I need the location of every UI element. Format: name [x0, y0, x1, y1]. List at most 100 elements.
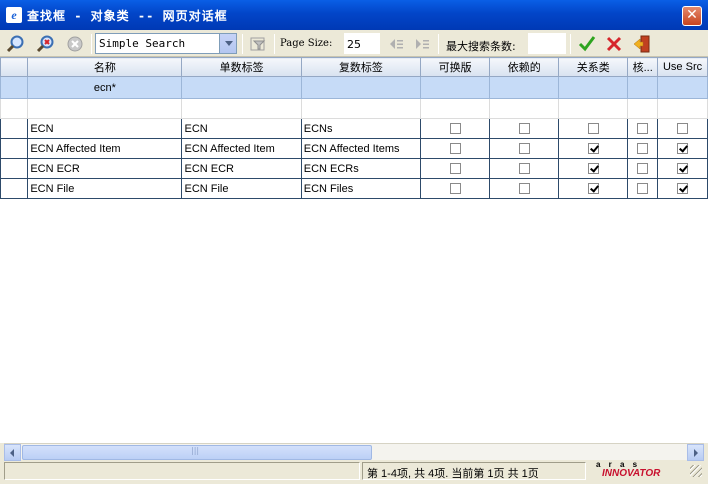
cell-relationship[interactable]	[558, 178, 629, 199]
max-results-input[interactable]	[528, 33, 566, 54]
column-header-plural-label[interactable]: 复数标签	[300, 57, 422, 77]
results-grid[interactable]: 名称 单数标签 复数标签 可换版 依赖的 关系类 核... Use Src ec…	[0, 57, 708, 443]
checkbox[interactable]	[518, 163, 530, 175]
next-page-icon[interactable]	[412, 34, 432, 54]
column-header-relationship[interactable]: 关系类	[558, 57, 629, 77]
checkbox[interactable]	[518, 183, 530, 195]
page-size-input[interactable]: 25	[344, 33, 380, 54]
checkbox[interactable]	[518, 143, 530, 155]
close-button[interactable]: ✕	[682, 6, 702, 26]
cell-core[interactable]	[627, 178, 659, 199]
table-row[interactable]: ECN ECR ECN ECR ECN ECRs	[0, 158, 708, 179]
toolbar-separator	[570, 34, 571, 54]
column-header-core[interactable]: 核...	[627, 57, 659, 77]
cell-relationship[interactable]	[558, 138, 629, 159]
column-header-dependent[interactable]: 依赖的	[489, 57, 560, 77]
cell-dependent[interactable]	[489, 178, 560, 199]
checkbox[interactable]	[587, 143, 599, 155]
horizontal-scrollbar[interactable]	[4, 443, 704, 461]
scroll-left-icon[interactable]	[4, 444, 21, 461]
filter-cell[interactable]	[181, 76, 302, 99]
empty-cell	[489, 98, 560, 119]
status-cell	[4, 462, 360, 480]
toolbar-separator	[438, 34, 439, 54]
max-results-label: 最大搜索条数:	[446, 40, 516, 53]
chevron-down-icon[interactable]	[219, 34, 236, 53]
scroll-right-icon[interactable]	[687, 444, 704, 461]
checkbox[interactable]	[637, 143, 649, 155]
checkbox[interactable]	[677, 123, 689, 135]
cancel-x-icon[interactable]	[604, 34, 624, 54]
cell-use-src[interactable]	[657, 138, 708, 159]
checkbox[interactable]	[637, 183, 649, 195]
filter-cell[interactable]	[657, 76, 708, 99]
cell-versionable[interactable]	[420, 118, 491, 139]
toolbar: Simple Search Page Size: 25 最大搜索条数:	[0, 30, 708, 57]
column-header-use-src[interactable]: Use Src	[657, 57, 708, 77]
clear-search-icon[interactable]	[36, 34, 56, 54]
filter-cell[interactable]	[558, 76, 629, 99]
cell-versionable[interactable]	[420, 178, 491, 199]
cell-core[interactable]	[627, 158, 659, 179]
checkbox[interactable]	[637, 163, 649, 175]
cell-plural-label: ECN ECRs	[300, 158, 422, 179]
table-row[interactable]: ECN File ECN File ECN Files	[0, 178, 708, 199]
checkbox[interactable]	[677, 183, 689, 195]
row-selector	[0, 138, 29, 159]
cell-use-src[interactable]	[657, 178, 708, 199]
filter-cell[interactable]	[627, 76, 659, 99]
filter-cell[interactable]	[0, 76, 29, 99]
resize-grip-icon[interactable]	[690, 465, 702, 477]
cell-core[interactable]	[627, 118, 659, 139]
cell-versionable[interactable]	[420, 158, 491, 179]
column-header-singular-label[interactable]: 单数标签	[181, 57, 302, 77]
cell-relationship[interactable]	[558, 118, 629, 139]
checkbox[interactable]	[449, 183, 461, 195]
table-row[interactable]: ECN ECN ECNs	[0, 118, 708, 139]
search-mode-select[interactable]: Simple Search	[95, 33, 237, 54]
column-header-name[interactable]: 名称	[27, 57, 183, 77]
checkbox[interactable]	[587, 183, 599, 195]
cell-relationship[interactable]	[558, 158, 629, 179]
scrollbar-thumb[interactable]	[22, 445, 372, 460]
prev-page-icon[interactable]	[386, 34, 406, 54]
stop-icon[interactable]	[64, 34, 84, 54]
checkbox[interactable]	[677, 143, 689, 155]
cell-use-src[interactable]	[657, 118, 708, 139]
checkbox[interactable]	[587, 123, 599, 135]
status-cell-paging: 第 1-4项, 共 4项. 当前第 1页 共 1页	[362, 462, 586, 480]
cell-core[interactable]	[627, 138, 659, 159]
checkbox[interactable]	[449, 143, 461, 155]
empty-cell	[657, 98, 708, 119]
ok-checkmark-icon[interactable]	[577, 34, 597, 54]
checkbox[interactable]	[587, 163, 599, 175]
search-icon[interactable]	[6, 34, 26, 54]
checkbox[interactable]	[518, 123, 530, 135]
cell-dependent[interactable]	[489, 118, 560, 139]
cell-use-src[interactable]	[657, 158, 708, 179]
checkbox[interactable]	[449, 123, 461, 135]
cell-name: ECN ECR	[27, 158, 183, 179]
cell-singular-label: ECN	[181, 118, 302, 139]
filter-cell[interactable]	[489, 76, 560, 99]
checkbox[interactable]	[449, 163, 461, 175]
cell-dependent[interactable]	[489, 158, 560, 179]
filter-cell-name[interactable]: ecn*	[27, 76, 183, 99]
empty-cell	[558, 98, 629, 119]
filter-cell[interactable]	[420, 76, 491, 99]
table-row[interactable]: ECN Affected Item ECN Affected Item ECN Af…	[0, 138, 708, 159]
empty-cell	[420, 98, 491, 119]
cell-dependent[interactable]	[489, 138, 560, 159]
checkbox[interactable]	[677, 163, 689, 175]
filter-cell[interactable]	[300, 76, 422, 99]
cell-versionable[interactable]	[420, 138, 491, 159]
empty-cell	[27, 98, 183, 119]
column-header-select[interactable]	[0, 57, 29, 77]
column-header-versionable[interactable]: 可换版	[420, 57, 491, 77]
checkbox[interactable]	[637, 123, 649, 135]
exit-icon[interactable]	[632, 34, 652, 54]
status-bar: 第 1-4项, 共 4项. 当前第 1页 共 1页 a r a s INNOVA…	[4, 460, 704, 481]
grid-filter-row: ecn*	[0, 76, 708, 99]
filter-icon[interactable]	[248, 34, 268, 54]
row-selector	[0, 158, 29, 179]
